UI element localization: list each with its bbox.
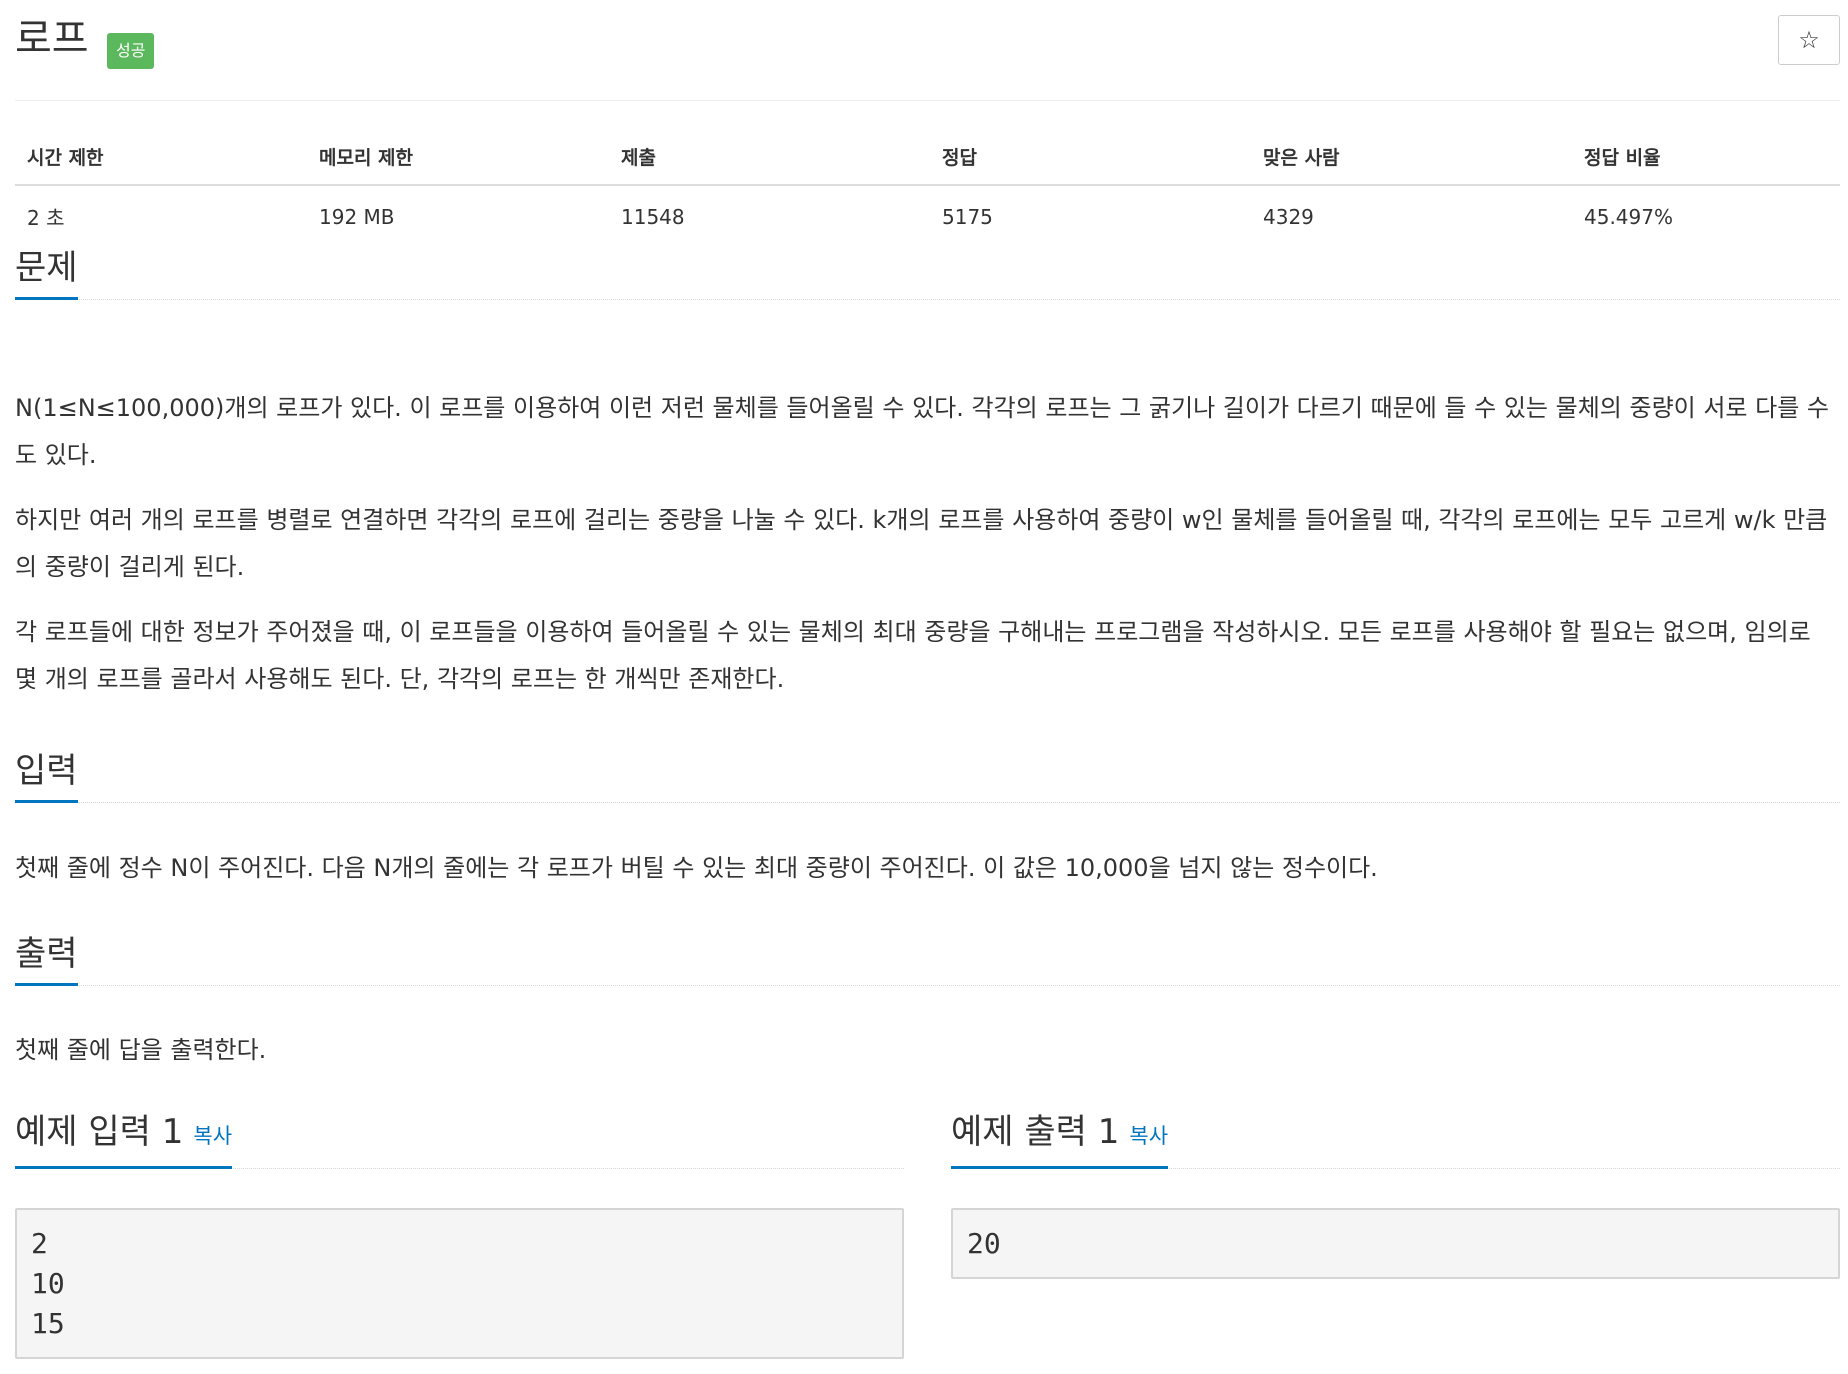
- description-paragraph-1: N(1≤N≤100,000)개의 로프가 있다. 이 로프를 이용하여 이런 저…: [15, 394, 1830, 469]
- header-time-limit: 시간 제한: [15, 122, 307, 186]
- accept-ratio-value: 45.497%: [1584, 204, 1673, 229]
- output-description: 첫째 줄에 답을 출력한다.: [15, 1036, 267, 1064]
- description-paragraph-3: 각 로프들에 대한 정보가 주어졌을 때, 이 로프들을 이용하여 들어올릴 수…: [15, 618, 1811, 693]
- input-headline: 입력: [15, 746, 1840, 803]
- table-row: 2 초 192 MB 11548 5175 4329 45.497%: [15, 185, 1840, 241]
- problem-header: 로프 성공 ☆: [15, 0, 1840, 101]
- favorite-button[interactable]: ☆: [1778, 15, 1840, 65]
- sample-input-content[interactable]: 2 10 15: [15, 1208, 904, 1359]
- problem-title: 로프: [15, 16, 89, 62]
- description-title: 문제: [15, 243, 78, 300]
- table-header-row: 시간 제한 메모리 제한 제출 정답 맞은 사람 정답 비율: [15, 122, 1840, 186]
- sample-input-headline: 예제 입력 1 복사: [15, 1110, 904, 1169]
- star-icon: ☆: [1798, 26, 1820, 54]
- sample-input-title: 예제 입력 1 복사: [15, 1107, 233, 1169]
- sample-output-headline: 예제 출력 1 복사: [951, 1110, 1840, 1169]
- header-accept-ratio: 정답 비율: [1572, 122, 1840, 186]
- input-description: 첫째 줄에 정수 N이 주어진다. 다음 N개의 줄에는 각 로프가 버틸 수 …: [15, 854, 1378, 882]
- output-title: 출력: [15, 929, 78, 986]
- problem-page: 로프 성공 ☆ 시간 제한 메모리 제한 제출 정답 맞은 사람 정답 비율 2…: [15, 0, 1840, 1359]
- solved-users-value: 4329: [1263, 204, 1314, 229]
- sample-output-content[interactable]: 20: [951, 1208, 1840, 1279]
- input-title: 입력: [15, 746, 78, 803]
- sample-input-copy-button[interactable]: 복사: [193, 1124, 232, 1148]
- sample-output-title: 예제 출력 1 복사: [951, 1107, 1169, 1169]
- problem-info-table: 시간 제한 메모리 제한 제출 정답 맞은 사람 정답 비율 2 초 192 M…: [15, 122, 1840, 241]
- accepted-value: 5175: [942, 204, 993, 229]
- status-badge: 성공: [107, 33, 155, 69]
- memory-limit-value: 192 MB: [319, 204, 395, 229]
- output-headline: 출력: [15, 929, 1840, 986]
- header-submissions: 제출: [609, 122, 930, 186]
- sample-output-copy-button[interactable]: 복사: [1129, 1124, 1168, 1148]
- header-memory-limit: 메모리 제한: [307, 122, 609, 186]
- submissions-value: 11548: [621, 204, 685, 229]
- header-solved-users: 맞은 사람: [1251, 122, 1572, 186]
- header-accepted: 정답: [930, 122, 1251, 186]
- description-paragraph-2: 하지만 여러 개의 로프를 병렬로 연결하면 각각의 로프에 걸리는 중량을 나…: [15, 506, 1828, 581]
- time-limit-value: 2 초: [27, 206, 65, 230]
- description-headline: 문제: [15, 243, 1840, 300]
